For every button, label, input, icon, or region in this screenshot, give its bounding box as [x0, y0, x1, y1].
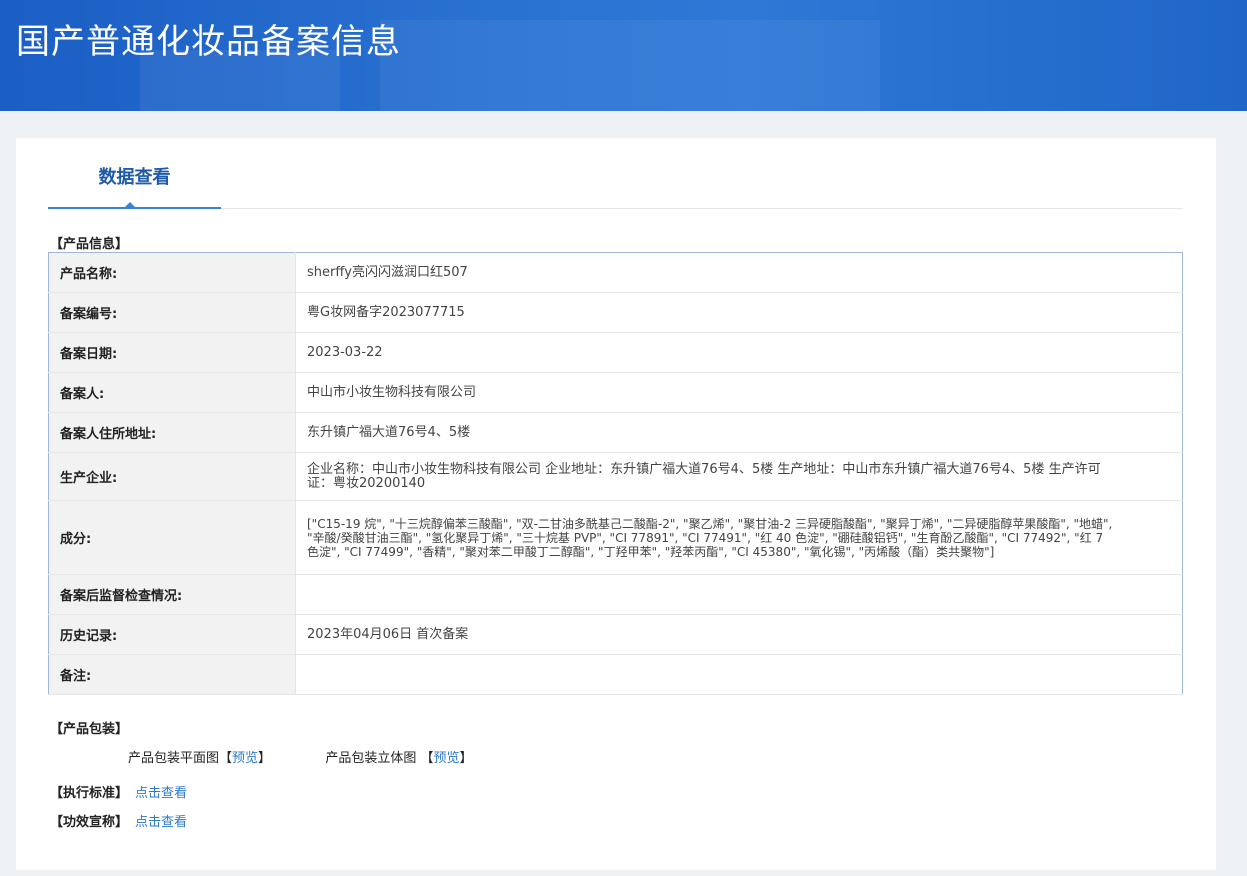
row-label: 备案人住所地址:	[48, 412, 296, 453]
row-value	[295, 654, 1183, 695]
row-label: 备案人:	[48, 372, 296, 413]
table-row: 产品名称: sherffy亮闪闪滋润口红507	[48, 252, 1183, 293]
row-label: 备案后监督检查情况:	[48, 574, 296, 615]
table-row: 成分: ["C15-19 烷", "十三烷醇偏苯三酸酯", "双-二甘油多酰基己…	[48, 500, 1183, 575]
row-value: 东升镇广福大道76号4、5楼	[295, 412, 1183, 453]
bracket-close: 】	[459, 751, 473, 766]
table-row: 备案日期: 2023-03-22	[48, 332, 1183, 373]
row-label: 成分:	[48, 500, 296, 575]
table-row: 生产企业: 企业名称：中山市小妆生物科技有限公司 企业地址：东升镇广福大道76号…	[48, 452, 1183, 501]
row-label: 产品名称:	[48, 252, 296, 293]
row-label: 备注:	[48, 654, 296, 695]
standard-label: 【执行标准】	[50, 786, 129, 801]
row-value: 2023-03-22	[295, 332, 1183, 373]
product-info-table: 产品名称: sherffy亮闪闪滋润口红507 备案编号: 粤G妆网备字2023…	[48, 252, 1183, 695]
packaging-solid-label: 产品包装立体图	[325, 751, 417, 766]
row-value: 企业名称：中山市小妆生物科技有限公司 企业地址：东升镇广福大道76号4、5楼 生…	[295, 452, 1183, 501]
tab-data-view[interactable]: 数据查看	[48, 138, 221, 209]
table-row: 备案编号: 粤G妆网备字2023077715	[48, 292, 1183, 333]
bracket-open: 【	[219, 751, 233, 766]
table-row: 备案后监督检查情况:	[48, 574, 1183, 615]
table-row: 备案人: 中山市小妆生物科技有限公司	[48, 372, 1183, 413]
row-value: 粤G妆网备字2023077715	[295, 292, 1183, 333]
row-value: ["C15-19 烷", "十三烷醇偏苯三酸酯", "双-二甘油多酰基己二酸酯-…	[295, 500, 1183, 575]
table-row: 历史记录: 2023年04月06日 首次备案	[48, 614, 1183, 655]
product-section-title: 【产品信息】	[50, 237, 129, 252]
packaging-row: 产品包装平面图【预览】 产品包装立体图 【预览】	[128, 747, 473, 766]
standard-row: 【执行标准】 点击查看	[50, 782, 187, 801]
efficacy-row: 【功效宣称】 点击查看	[50, 811, 187, 830]
row-value: 中山市小妆生物科技有限公司	[295, 372, 1183, 413]
packaging-flat-preview-link[interactable]: 预览	[232, 751, 258, 766]
tab-bar: 数据查看	[48, 138, 1183, 209]
row-value: 2023年04月06日 首次备案	[295, 614, 1183, 655]
content-card: 数据查看 【产品信息】 产品名称: sherffy亮闪闪滋润口红507 备案编号…	[16, 138, 1216, 870]
row-value	[295, 574, 1183, 615]
bracket-open: 【	[420, 751, 434, 766]
efficacy-label: 【功效宣称】	[50, 815, 129, 830]
standard-view-link[interactable]: 点击查看	[135, 786, 187, 801]
tab-active-caret-icon	[124, 202, 136, 208]
packaging-solid-preview-link[interactable]: 预览	[434, 751, 460, 766]
row-value: sherffy亮闪闪滋润口红507	[295, 252, 1183, 293]
header-banner: 国产普通化妆品备案信息	[0, 0, 1247, 111]
packaging-flat-label: 产品包装平面图	[128, 751, 220, 766]
packaging-section-title: 【产品包装】	[50, 722, 129, 737]
table-row: 备案人住所地址: 东升镇广福大道76号4、5楼	[48, 412, 1183, 453]
row-label: 生产企业:	[48, 452, 296, 501]
bracket-close: 】	[258, 751, 272, 766]
table-row: 备注:	[48, 654, 1183, 695]
row-label: 备案日期:	[48, 332, 296, 373]
page-title: 国产普通化妆品备案信息	[16, 22, 401, 62]
row-label: 备案编号:	[48, 292, 296, 333]
efficacy-view-link[interactable]: 点击查看	[135, 815, 187, 830]
row-label: 历史记录:	[48, 614, 296, 655]
